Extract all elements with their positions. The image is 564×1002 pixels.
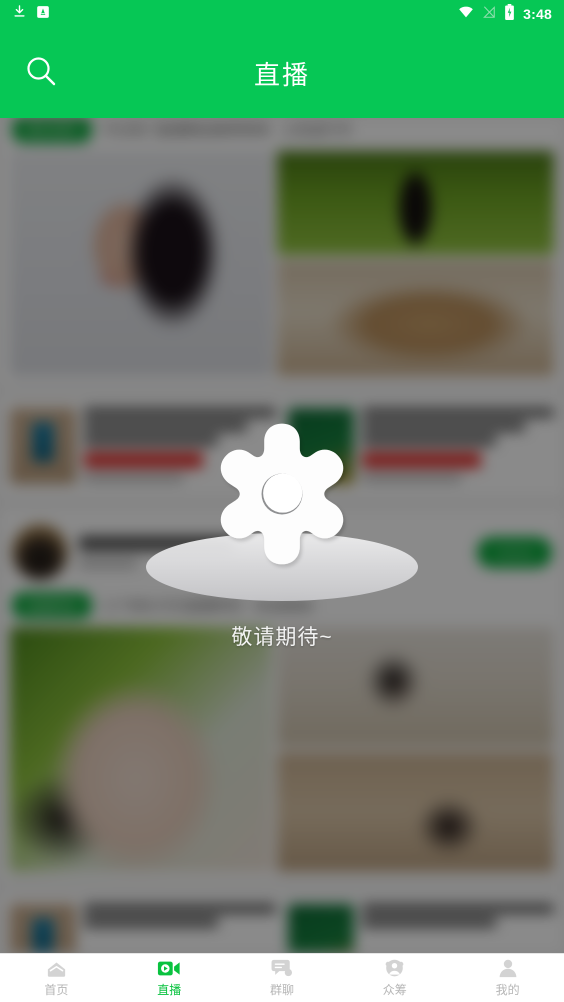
nav-item-home[interactable]: 首页 <box>0 954 113 1002</box>
status-bar: 3:48 <box>0 0 564 28</box>
wifi-icon <box>458 5 474 23</box>
download-complete-icon <box>12 4 27 24</box>
crowdfunding-icon <box>384 958 405 978</box>
signal-off-icon <box>482 5 496 24</box>
bottom-navigation: 首页 直播 群聊 众筹 我的 <box>0 953 564 1002</box>
app-screen: 3:48 直播 精彩推荐 今日热门直播精选推荐榜单 · 火热进行中 已关注 直播… <box>0 0 564 1002</box>
page-title: 直播 <box>253 59 310 90</box>
nav-item-live[interactable]: 直播 <box>113 954 226 1002</box>
video-camera-icon <box>157 958 181 978</box>
nav-label-groupchat: 群聊 <box>269 983 294 997</box>
overlay-scrim <box>0 118 564 953</box>
status-bar-clock: 3:48 <box>523 6 552 22</box>
app-bar: 直播 <box>0 28 564 118</box>
app-notification-icon <box>36 5 50 24</box>
chat-bubble-icon <box>271 958 293 978</box>
home-icon <box>46 958 67 978</box>
battery-charging-icon <box>504 3 515 25</box>
nav-item-crowdfunding[interactable]: 众筹 <box>338 954 451 1002</box>
nav-label-crowdfunding: 众筹 <box>382 983 407 997</box>
nav-item-profile[interactable]: 我的 <box>451 954 564 1002</box>
nav-label-home: 首页 <box>44 983 69 997</box>
status-bar-right-icons: 3:48 <box>458 3 552 25</box>
search-icon <box>24 54 58 93</box>
nav-label-profile: 我的 <box>495 983 520 997</box>
nav-item-groupchat[interactable]: 群聊 <box>226 954 339 1002</box>
status-bar-left-icons <box>12 4 50 24</box>
person-icon <box>498 958 518 978</box>
search-button[interactable] <box>18 50 64 96</box>
nav-label-live: 直播 <box>157 983 182 997</box>
